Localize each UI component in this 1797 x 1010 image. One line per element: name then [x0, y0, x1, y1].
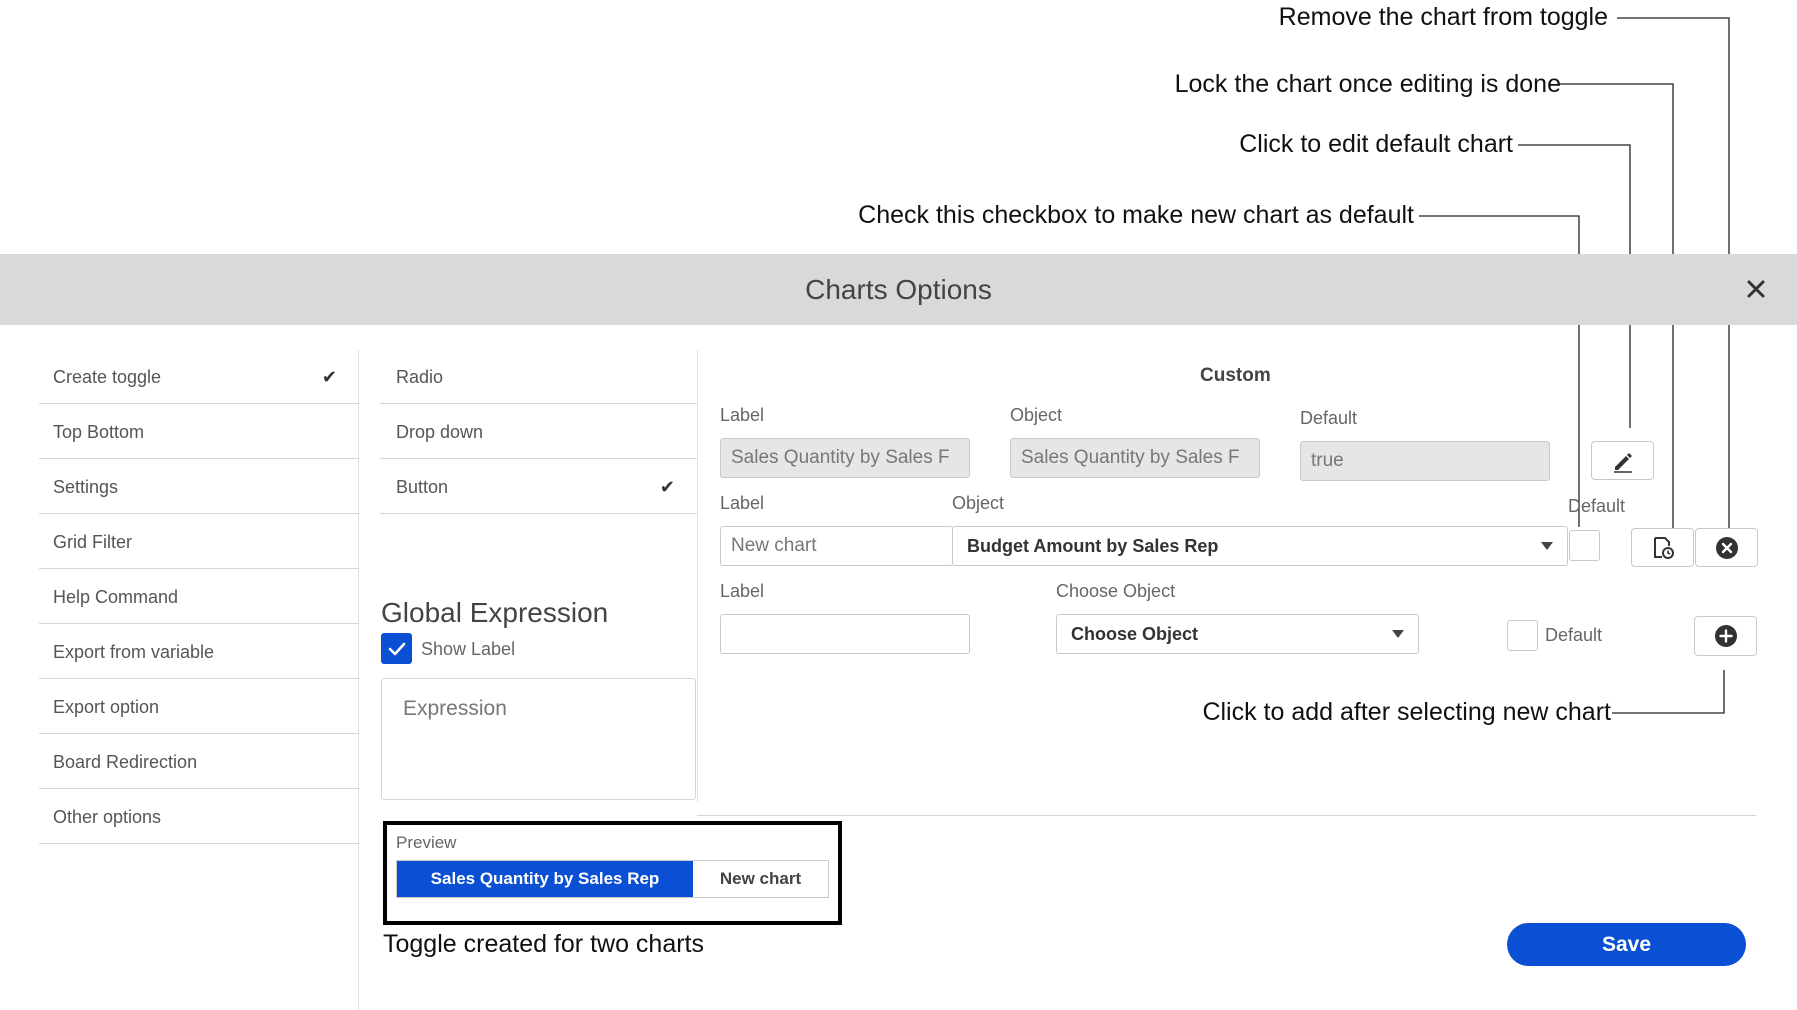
row3-label-header: Label [720, 581, 765, 601]
row1-object-header: Object [1010, 405, 1063, 425]
preview-toggle-option-active[interactable]: Sales Quantity by Sales Rep [397, 861, 693, 897]
sidebar-item-label: Help Command [53, 587, 179, 607]
connector-add [1612, 670, 1725, 714]
lock-chart-button[interactable] [1631, 528, 1694, 567]
preview-toggle-option[interactable]: New chart [693, 861, 828, 897]
sidebar-item-label: Export option [53, 697, 160, 717]
sidebar-item-label: Grid Filter [53, 532, 133, 552]
sidebar-item-other-options[interactable]: Other options [39, 790, 359, 844]
checkmark-icon [388, 642, 406, 656]
sidebar-item-create-toggle[interactable]: Create toggle ✔ [39, 350, 359, 404]
toggle-type-label: Drop down [396, 422, 484, 442]
annotation-lock-chart: Lock the chart once editing is done [1174, 70, 1561, 98]
global-expression-heading: Global Expression [381, 597, 609, 628]
toggle-type-button[interactable]: Button ✔ [380, 460, 697, 514]
sidebar-item-label: Export from variable [53, 642, 215, 662]
show-label-text: Show Label [421, 639, 516, 659]
sidebar-item-label: Top Bottom [53, 422, 145, 442]
row1-object-input[interactable]: Sales Quantity by Sales F [1010, 438, 1260, 478]
toggle-type-label: Button [396, 477, 449, 497]
show-label-checkbox[interactable] [381, 633, 412, 664]
sidebar-item-board-redirection[interactable]: Board Redirection [39, 735, 359, 789]
sidebar-item-label: Board Redirection [53, 752, 198, 772]
edit-default-button[interactable] [1591, 441, 1654, 480]
row2-default-checkbox[interactable] [1569, 530, 1600, 561]
pencil-icon [1613, 452, 1632, 473]
sidebar-item-label: Other options [53, 807, 162, 827]
check-icon: ✔ [659, 477, 675, 497]
expression-placeholder: Expression [403, 697, 507, 720]
row1-label-input[interactable]: Sales Quantity by Sales F [720, 438, 970, 478]
sidebar-item-grid-filter[interactable]: Grid Filter [39, 515, 359, 569]
row1-default-header: Default [1300, 408, 1358, 428]
sidebar-item-label: Settings [53, 477, 119, 497]
row2-default-header: Default [1568, 496, 1626, 516]
lock-clock-icon [1653, 536, 1674, 559]
custom-heading: Custom [1200, 365, 1271, 386]
sidebar-item-export-from-variable[interactable]: Export from variable [39, 625, 359, 679]
row3-object-select[interactable]: Choose Object [1056, 614, 1419, 654]
row2-object-header: Object [952, 493, 1005, 513]
expression-textarea[interactable]: Expression [381, 678, 696, 800]
remove-circle-icon [1715, 536, 1738, 559]
row2-object-select[interactable]: Budget Amount by Sales Rep [952, 526, 1568, 566]
annotation-add-after-select: Click to add after selecting new chart [1202, 698, 1611, 726]
toggle-type-dropdown[interactable]: Drop down [380, 405, 697, 459]
sidebar-item-export-option[interactable]: Export option [39, 680, 359, 734]
annotation-toggle-created: Toggle created for two charts [383, 930, 704, 958]
caret-down-icon [1541, 542, 1553, 550]
middle-divider [697, 350, 698, 802]
preview-toggle: Sales Quantity by Sales Rep New chart [396, 860, 829, 898]
row3-object-value: Choose Object [1071, 623, 1199, 644]
row2-object-value: Budget Amount by Sales Rep [967, 535, 1219, 556]
add-chart-button[interactable] [1694, 616, 1757, 656]
save-button[interactable]: Save [1507, 923, 1746, 966]
annotation-remove-chart: Remove the chart from toggle [1278, 3, 1608, 31]
sidebar-item-help-command[interactable]: Help Command [39, 570, 359, 624]
preview-label: Preview [396, 833, 457, 852]
caret-down-icon [1392, 630, 1404, 638]
row3-default-checkbox[interactable] [1507, 620, 1538, 651]
sidebar-item-settings[interactable]: Settings [39, 460, 359, 514]
row3-default-label: Default [1545, 625, 1603, 645]
row1-default-input[interactable]: true [1300, 441, 1550, 481]
remove-chart-button[interactable] [1695, 528, 1758, 567]
check-icon: ✔ [321, 367, 337, 387]
toggle-type-label: Radio [396, 367, 444, 387]
row2-label-header: Label [720, 493, 765, 513]
annotation-check-default: Check this checkbox to make new chart as… [858, 201, 1414, 229]
close-icon[interactable] [1740, 273, 1772, 305]
row2-label-input[interactable]: New chart [720, 526, 953, 566]
sidebar-item-label: Create toggle [53, 367, 162, 387]
row3-object-header: Choose Object [1056, 581, 1176, 601]
toggle-type-radio[interactable]: Radio [380, 350, 697, 404]
section-divider [697, 815, 1756, 816]
row3-label-input[interactable] [720, 614, 970, 654]
dialog-title: Charts Options [805, 274, 992, 305]
add-circle-icon [1714, 625, 1737, 647]
annotation-edit-default: Click to edit default chart [1239, 130, 1513, 158]
sidebar-item-top-bottom[interactable]: Top Bottom [39, 405, 359, 459]
row1-label-header: Label [720, 405, 765, 425]
